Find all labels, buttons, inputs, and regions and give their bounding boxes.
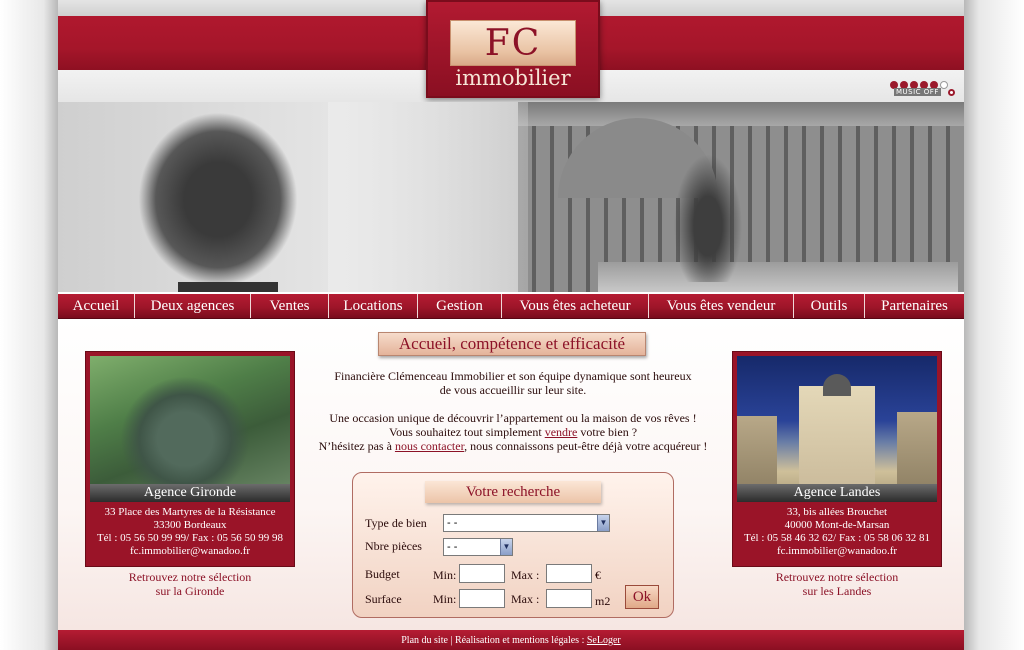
nav-item-gestion[interactable]: Gestion [418, 294, 502, 318]
page: FC immobilier MUSIC OFF Accueil Deux age… [58, 0, 964, 650]
nav-item-accueil[interactable]: Accueil [58, 294, 135, 318]
surface-max-label: Max : [511, 592, 540, 606]
music-off-label[interactable]: MUSIC OFF [894, 88, 941, 96]
agency-phone: Tél : 05 58 46 32 62/ Fax : 05 58 06 32 … [743, 532, 931, 544]
contact-link[interactable]: nous contacter [395, 439, 464, 453]
seloger-link[interactable]: SeLoger [587, 635, 621, 646]
intro-text-part: Vous souhaitez tout simplement [388, 425, 545, 439]
photo-building-center [799, 386, 875, 500]
statue-image [120, 376, 250, 491]
rooms-label: Nbre pièces [365, 539, 422, 553]
budget-max-label: Max : [511, 568, 540, 582]
search-submit-button[interactable]: Ok [625, 585, 659, 609]
selection-line: sur les Landes [802, 584, 872, 598]
nav-item-deux-agences[interactable]: Deux agences [135, 294, 251, 318]
budget-min-label: Min: [433, 568, 457, 582]
selection-line: sur la Gironde [155, 584, 225, 598]
agency-email[interactable]: fc.immobilier@wanadoo.fr [733, 545, 941, 558]
intro-text-part: , nous connaissons peut-être déjà votre … [464, 439, 708, 453]
intro-line: Vous souhaitez tout simplement vendre vo… [308, 425, 718, 439]
nav-item-partenaires[interactable]: Partenaires [865, 294, 964, 318]
agency-card-gironde[interactable]: Agence Gironde 33 Place des Martyres de … [85, 351, 295, 567]
logo[interactable]: FC immobilier [426, 0, 600, 98]
banner-fountain-pool [598, 262, 958, 292]
selection-line: Retrouvez notre sélection [775, 570, 899, 584]
budget-label: Budget [365, 567, 400, 581]
surface-unit: m2 [595, 594, 611, 608]
hero-banner [58, 102, 964, 292]
main-content: Agence Gironde 33 Place des Martyres de … [58, 320, 964, 630]
agency-address: 33, bis allées Brouchet [786, 506, 888, 518]
agency-name[interactable]: Agence Gironde [90, 484, 290, 502]
agency-city: 33300 Bordeaux [153, 519, 227, 531]
selection-line: Retrouvez notre sélection [128, 570, 252, 584]
music-toggle[interactable]: MUSIC OFF [890, 76, 960, 100]
selection-link-landes[interactable]: Retrouvez notre sélection sur les Landes [732, 570, 942, 598]
intro-line: N’hésitez pas à nous contacter, nous con… [308, 439, 718, 453]
budget-min-input[interactable] [459, 564, 505, 583]
agency-card-landes[interactable]: Agence Landes 33, bis allées Brouchet 40… [732, 351, 942, 567]
property-type-select[interactable]: - - ▼ [443, 514, 610, 532]
nav-item-ventes[interactable]: Ventes [251, 294, 329, 318]
agency-city: 40000 Mont-de-Marsan [784, 519, 890, 531]
agency-phone: Tél : 05 56 50 99 99/ Fax : 05 56 50 99 … [96, 532, 284, 544]
banner-fade [328, 102, 528, 292]
search-form: Votre recherche Type de bien - - ▼ Nbre … [352, 472, 674, 618]
nav-item-acheteur[interactable]: Vous êtes acheteur [502, 294, 649, 318]
select-arrow-icon[interactable]: ▼ [500, 539, 512, 555]
select-arrow-icon[interactable]: ▼ [597, 515, 609, 531]
surface-min-label: Min: [433, 592, 457, 606]
nav-item-outils[interactable]: Outils [794, 294, 865, 318]
intro-line: Une occasion unique de découvrir l’appar… [329, 411, 697, 425]
credits-link[interactable]: Réalisation et mentions légales : [455, 635, 587, 646]
surface-label: Surface [365, 592, 402, 606]
property-type-value: - - [447, 517, 458, 529]
music-ring-icon [948, 89, 955, 96]
page-shadow-right [964, 0, 1024, 650]
surface-max-input[interactable] [546, 589, 592, 608]
agency-address: 33 Place des Martyres de la Résistance [104, 506, 276, 518]
search-title: Votre recherche [425, 481, 601, 503]
intro-text: Financière Clémenceau Immobilier et son … [308, 369, 718, 453]
photo-dome [823, 374, 851, 396]
logo-subtitle: immobilier [455, 66, 571, 90]
agency-name[interactable]: Agence Landes [737, 484, 937, 502]
logo-mark: FC [450, 20, 576, 66]
budget-unit: € [595, 568, 601, 582]
banner-sculpture [138, 112, 298, 287]
selection-link-gironde[interactable]: Retrouvez notre sélection sur la Gironde [85, 570, 295, 598]
rooms-select[interactable]: - - ▼ [443, 538, 513, 556]
banner-roof [518, 102, 964, 126]
banner-fountain [668, 142, 748, 282]
banner-sculpture-base [178, 282, 278, 292]
budget-max-input[interactable] [546, 564, 592, 583]
footer-separator: | [447, 635, 455, 646]
footer: Plan du site | Réalisation et mentions l… [58, 630, 964, 650]
sitemap-link[interactable]: Plan du site [401, 635, 448, 646]
page-shadow-left [0, 0, 58, 650]
agency-contact: 33 Place des Martyres de la Résistance 3… [86, 506, 294, 558]
surface-min-input[interactable] [459, 589, 505, 608]
main-nav: Accueil Deux agences Ventes Locations Ge… [58, 294, 964, 319]
music-dot-icon [940, 81, 948, 89]
rooms-value: - - [447, 541, 458, 553]
agency-contact: 33, bis allées Brouchet 40000 Mont-de-Ma… [733, 506, 941, 558]
tagline: Accueil, compétence et efficacité [378, 332, 646, 356]
sell-link[interactable]: vendre [545, 425, 578, 439]
intro-text-part: votre bien ? [577, 425, 638, 439]
nav-item-vendeur[interactable]: Vous êtes vendeur [649, 294, 794, 318]
agency-photo-gironde [90, 356, 290, 500]
intro-text-part: N’hésitez pas à [318, 439, 395, 453]
agency-photo-landes [737, 356, 937, 500]
agency-email[interactable]: fc.immobilier@wanadoo.fr [86, 545, 294, 558]
intro-line: de vous accueillir sur leur site. [439, 383, 587, 397]
intro-line: Financière Clémenceau Immobilier et son … [334, 369, 692, 383]
property-type-label: Type de bien [365, 516, 427, 530]
nav-item-locations[interactable]: Locations [329, 294, 418, 318]
